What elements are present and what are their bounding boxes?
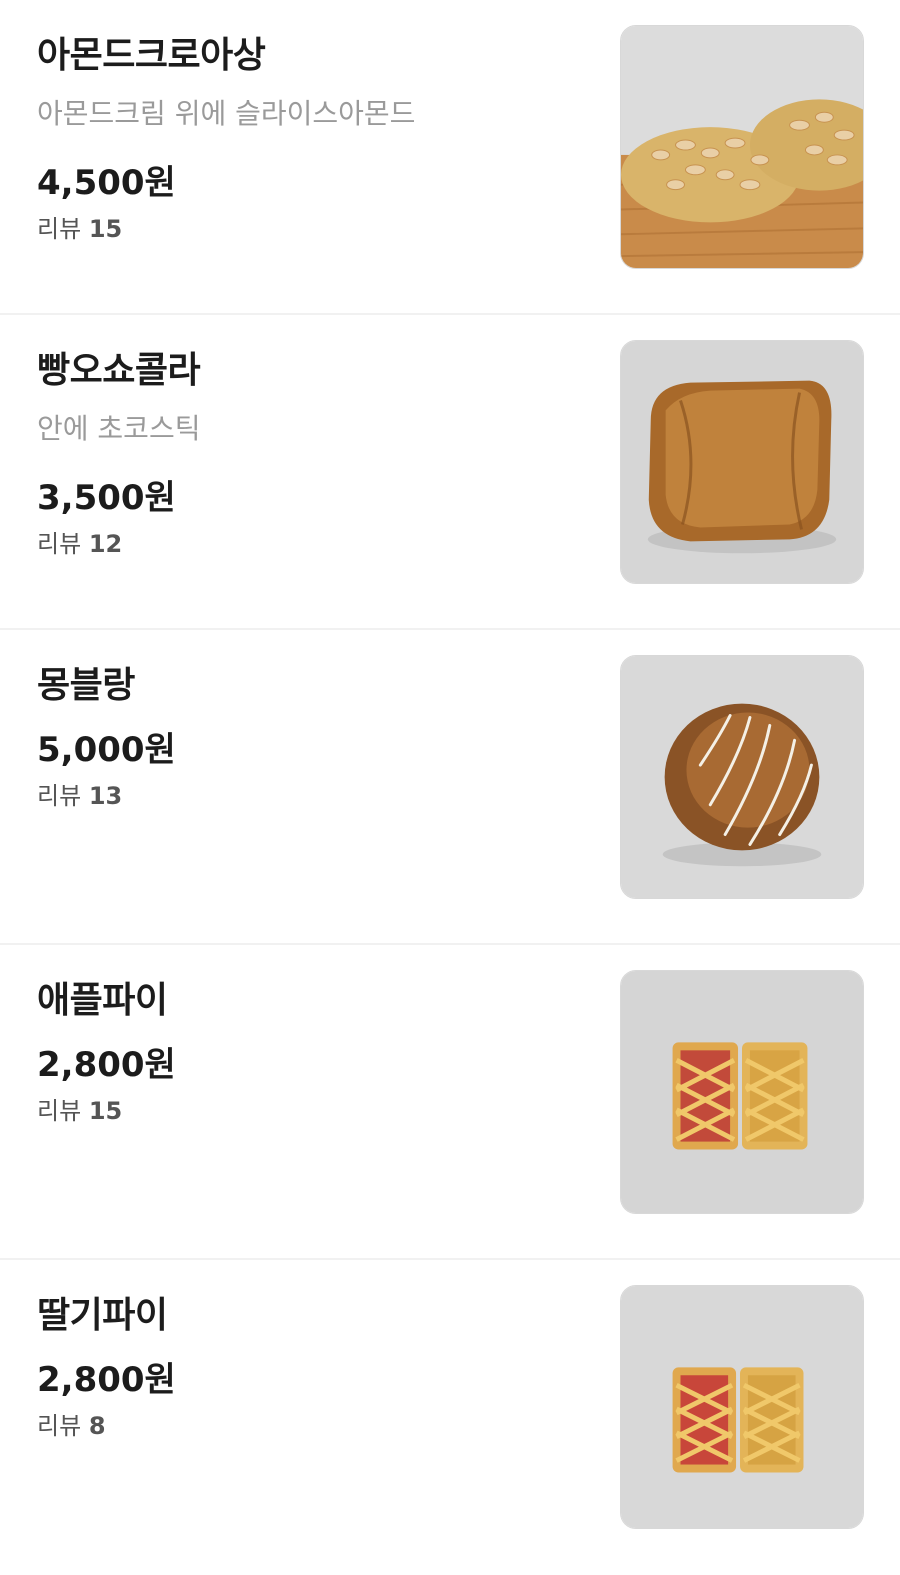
review-label: 리뷰 [37, 1412, 82, 1440]
menu-item-strawberry-pie[interactable]: 딸기파이 2,800원 리뷰 8 [0, 1260, 900, 1575]
item-price: 2,800원 [37, 1360, 176, 1400]
review-count: 8 [88, 1412, 106, 1440]
menu-item-apple-pie[interactable]: 애플파이 2,800원 리뷰 15 [0, 945, 900, 1260]
mont-blanc-photo[interactable] [620, 655, 864, 899]
item-reviews: 리뷰 15 [37, 209, 122, 244]
review-count: 15 [88, 215, 123, 243]
item-name: 아몬드크로아상 [37, 35, 266, 76]
item-name: 몽블랑 [37, 665, 135, 706]
item-reviews: 리뷰 13 [37, 776, 122, 811]
pain-au-chocolat-photo[interactable] [620, 340, 864, 584]
menu-item-almond-croissant[interactable]: 아몬드크로아상 아몬드크림 위에 슬라이스아몬드 4,500원 리뷰 15 [0, 0, 900, 315]
menu-list: 아몬드크로아상 아몬드크림 위에 슬라이스아몬드 4,500원 리뷰 15 빵오… [0, 0, 900, 1575]
item-reviews: 리뷰 8 [37, 1406, 106, 1441]
review-label: 리뷰 [37, 1097, 82, 1125]
item-name: 딸기파이 [37, 1295, 168, 1336]
item-price: 2,800원 [37, 1045, 176, 1085]
item-name: 빵오쇼콜라 [37, 350, 201, 391]
menu-item-mont-blanc[interactable]: 몽블랑 5,000원 리뷰 13 [0, 630, 900, 945]
almond-croissant-photo[interactable] [620, 25, 864, 269]
item-description: 아몬드크림 위에 슬라이스아몬드 [37, 97, 416, 130]
item-reviews: 리뷰 15 [37, 1091, 122, 1126]
strawberry-pie-photo[interactable] [620, 1285, 864, 1529]
item-name: 애플파이 [37, 980, 168, 1021]
review-label: 리뷰 [37, 215, 82, 243]
item-price: 5,000원 [37, 730, 176, 770]
menu-item-pain-au-chocolat[interactable]: 빵오쇼콜라 안에 초코스틱 3,500원 리뷰 12 [0, 315, 900, 630]
review-label: 리뷰 [37, 782, 82, 810]
item-price: 4,500원 [37, 163, 176, 203]
review-label: 리뷰 [37, 530, 82, 558]
review-count: 13 [88, 782, 123, 810]
item-reviews: 리뷰 12 [37, 524, 122, 559]
item-description: 안에 초코스틱 [37, 412, 201, 445]
review-count: 15 [88, 1097, 123, 1125]
item-price: 3,500원 [37, 478, 176, 518]
review-count: 12 [88, 530, 123, 558]
apple-pie-photo[interactable] [620, 970, 864, 1214]
